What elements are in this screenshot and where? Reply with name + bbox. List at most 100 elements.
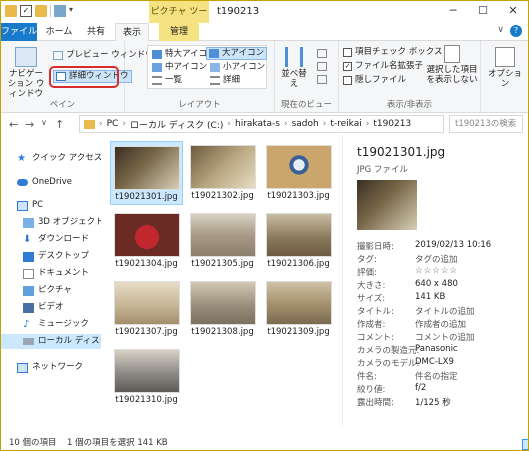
extension-checkbox[interactable]: ✓	[343, 62, 352, 71]
file-item[interactable]: t19021308.jpg	[186, 277, 259, 341]
layout-list[interactable]: 一覧	[152, 74, 182, 87]
nav-item-3d-objects[interactable]: 3D オブジェクト	[1, 215, 101, 230]
property-label: サイズ:	[357, 294, 386, 304]
back-icon[interactable]: ←	[9, 118, 18, 131]
file-item[interactable]: t19021307.jpg	[110, 277, 183, 341]
forward-icon[interactable]: →	[25, 118, 34, 131]
up-icon[interactable]: ↑	[55, 118, 64, 131]
navigation-pane-label: ナビゲーション ウィンドウ	[7, 69, 45, 99]
hide-selected-button[interactable]: 選択した項目を表示しない	[425, 45, 479, 85]
options-button[interactable]: オプション	[485, 47, 525, 89]
size-columns-icon[interactable]	[317, 75, 327, 84]
properties-icon[interactable]: ✓	[20, 5, 32, 17]
item-checkbox[interactable]	[343, 48, 352, 57]
file-item[interactable]: t19021309.jpg	[262, 277, 335, 341]
file-item[interactable]: t19021301.jpg	[110, 141, 183, 205]
layout-details[interactable]: 詳細	[210, 74, 240, 87]
current-view-group: 並べ替え 現在のビュー	[275, 41, 339, 113]
breadcrumb-item[interactable]: ローカル ディスク (C:)	[130, 118, 223, 131]
property-label: 大きさ:	[357, 281, 386, 291]
large-icons-view-icon[interactable]	[522, 439, 528, 450]
extension-toggle[interactable]: ✓ ファイル名拡張子	[343, 60, 423, 73]
breadcrumb-item[interactable]: t-reikai	[330, 119, 361, 129]
nav-item-pc[interactable]: PC	[1, 198, 101, 213]
nav-item-music[interactable]: ♪ ミュージック	[1, 317, 101, 332]
layout-medium-icons[interactable]: 中アイコン	[152, 61, 207, 74]
search-input[interactable]: t190213の検索	[449, 115, 523, 133]
close-button[interactable]: ✕	[498, 1, 528, 21]
tab-manage[interactable]: 管理	[159, 23, 199, 41]
layout-large-icons[interactable]: 大アイコン	[206, 47, 268, 60]
title-input[interactable]: タイトルの追加	[415, 305, 475, 317]
tab-view[interactable]: 表示	[115, 23, 149, 42]
tag-input[interactable]: タグの追加	[415, 253, 458, 265]
group-label: 表示/非表示	[386, 100, 433, 110]
thumbnail	[113, 146, 180, 190]
title-bar: ✓ ▾ ピクチャ ツール t190213 ─ ☐ ✕	[1, 1, 528, 39]
minimize-button[interactable]: ─	[438, 1, 468, 21]
chevron-down-icon[interactable]: ∨	[497, 25, 504, 37]
file-item[interactable]: t19021305.jpg	[186, 209, 259, 273]
layout-label: 詳細	[223, 75, 241, 85]
maximize-button[interactable]: ☐	[468, 1, 498, 21]
group-by-icon[interactable]	[317, 49, 327, 58]
sort-by-button[interactable]: 並べ替え	[279, 47, 309, 89]
file-item[interactable]: t19021304.jpg	[110, 209, 183, 273]
tab-share[interactable]: 共有	[81, 23, 111, 41]
property-label: コメント:	[357, 333, 394, 343]
recycle-bin-icon[interactable]	[54, 5, 66, 17]
nav-item-local-disk[interactable]: ローカル ディスク (C:)	[1, 334, 101, 349]
new-folder-icon[interactable]	[35, 5, 47, 17]
layout-small-icons[interactable]: 小アイコン	[210, 61, 265, 74]
property-label: 絞り値:	[357, 385, 386, 395]
rating-stars[interactable]: ☆☆☆☆☆	[415, 266, 458, 276]
chevron-down-icon[interactable]: ▾	[69, 5, 77, 17]
thumbnail	[113, 281, 180, 325]
nav-item-onedrive[interactable]: OneDrive	[1, 175, 101, 190]
comment-input[interactable]: コメントの追加	[415, 331, 475, 343]
file-item[interactable]: t19021306.jpg	[262, 209, 335, 273]
cloud-icon	[17, 179, 28, 186]
tab-file[interactable]: ファイル	[1, 23, 37, 41]
highlight-ring	[49, 66, 119, 88]
breadcrumb-item[interactable]: t190213	[373, 119, 411, 129]
ribbon-help: ∨ ?	[497, 25, 522, 37]
recent-locations-icon[interactable]: ∨	[41, 118, 47, 127]
nav-item-documents[interactable]: ドキュメント	[1, 266, 101, 281]
breadcrumb-item[interactable]: sadoh	[292, 119, 319, 129]
help-icon[interactable]: ?	[510, 25, 522, 37]
hidden-files-toggle[interactable]: 隠しファイル	[343, 74, 406, 87]
file-item[interactable]: t19021302.jpg	[186, 141, 259, 205]
sort-icon	[285, 47, 303, 67]
tab-home[interactable]: ホーム	[41, 23, 77, 41]
property-value: Panasonic	[415, 344, 458, 354]
nav-item-downloads[interactable]: ⬇ ダウンロード	[1, 232, 101, 247]
thumbnail	[265, 281, 332, 325]
breadcrumb-item[interactable]: hirakata-s	[235, 119, 280, 129]
navigation-pane-button[interactable]: ナビゲーション ウィンドウ	[5, 47, 47, 99]
file-name: t19021304.jpg	[115, 259, 178, 269]
breadcrumb-separator: ›	[227, 119, 231, 129]
subject-input[interactable]: 件名の指定	[415, 370, 458, 382]
ribbon-view: ナビゲーション ウィンドウ プレビュー ウィンドウ 詳細ウィンドウ ペイン 特大…	[1, 41, 528, 113]
window-controls: ─ ☐ ✕	[438, 1, 528, 21]
file-name: t19021310.jpg	[115, 395, 178, 405]
address-bar[interactable]: › PC › ローカル ディスク (C:) › hirakata-s › sad…	[79, 115, 444, 133]
thumbnail	[265, 213, 332, 257]
thumbnail	[189, 145, 256, 189]
add-columns-icon[interactable]	[317, 62, 327, 71]
author-input[interactable]: 作成者の追加	[415, 318, 466, 330]
hidden-files-checkbox[interactable]	[343, 76, 352, 85]
nav-item-pictures[interactable]: ピクチャ	[1, 283, 101, 298]
picture-tools-tab-group: ピクチャ ツール	[149, 1, 209, 39]
breadcrumb-item[interactable]: PC	[107, 119, 119, 129]
nav-item-network[interactable]: ネットワーク	[1, 360, 101, 375]
nav-item-desktop[interactable]: デスクトップ	[1, 249, 101, 264]
details-icon	[210, 76, 220, 85]
nav-item-videos[interactable]: ビデオ	[1, 300, 101, 315]
nav-item-label: ダウンロード	[38, 234, 90, 244]
download-icon: ⬇	[23, 233, 32, 245]
file-item[interactable]: t19021310.jpg	[110, 345, 183, 409]
nav-item-quick-access[interactable]: ★ クイック アクセス	[1, 151, 101, 166]
file-item[interactable]: t19021303.jpg	[262, 141, 335, 205]
